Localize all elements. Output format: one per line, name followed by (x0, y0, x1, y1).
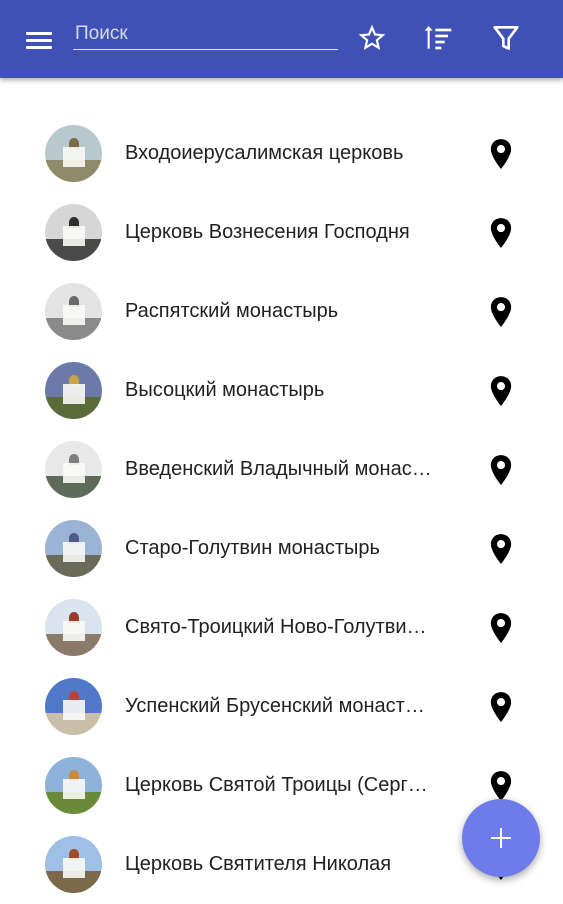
search-input[interactable] (73, 18, 338, 50)
place-title[interactable]: Успенский Брусенский монастырь (125, 667, 437, 746)
place-thumbnail[interactable] (45, 283, 102, 340)
place-thumbnail[interactable] (45, 125, 102, 182)
menu-icon[interactable] (22, 24, 58, 56)
add-icon (491, 828, 511, 848)
place-title[interactable]: Входоиерусалимская церковь (125, 114, 437, 193)
list-item[interactable]: Распятский монастырь (0, 272, 563, 351)
place-thumbnail[interactable] (45, 757, 102, 814)
location-pin-icon[interactable] (488, 138, 514, 170)
place-thumbnail[interactable] (45, 678, 102, 735)
add-button[interactable] (462, 799, 540, 877)
list-item[interactable]: Старо-Голутвин монастырь (0, 509, 563, 588)
place-thumbnail[interactable] (45, 441, 102, 498)
list-item[interactable]: Успенский Брусенский монастырь (0, 667, 563, 746)
place-title[interactable]: Высоцкий монастырь (125, 351, 437, 430)
sort-icon[interactable] (422, 22, 454, 54)
list-item[interactable]: Церковь Вознесения Господня (0, 193, 563, 272)
location-pin-icon[interactable] (488, 612, 514, 644)
app-bar (0, 0, 563, 78)
list-item[interactable]: Высоцкий монастырь (0, 351, 563, 430)
place-title[interactable]: Распятский монастырь (125, 272, 437, 351)
location-pin-icon[interactable] (488, 691, 514, 723)
place-title[interactable]: Старо-Голутвин монастырь (125, 509, 437, 588)
place-thumbnail[interactable] (45, 204, 102, 261)
place-title[interactable]: Церковь Святой Троицы (Сергиевская) (125, 746, 437, 825)
place-title[interactable]: Церковь Вознесения Господня (125, 193, 437, 272)
filter-icon[interactable] (490, 22, 522, 54)
location-pin-icon[interactable] (488, 454, 514, 486)
places-list: Входоиерусалимская церковь Церковь Возне… (0, 114, 563, 904)
list-item[interactable]: Входоиерусалимская церковь (0, 114, 563, 193)
star-outline-icon[interactable] (356, 22, 388, 54)
place-title[interactable]: Введенский Владычный монастырь (125, 430, 437, 509)
place-thumbnail[interactable] (45, 836, 102, 893)
place-title[interactable]: Церковь Святителя Николая (125, 825, 437, 904)
place-title[interactable]: Свято-Троицкий Ново-Голутвин монастырь (125, 588, 437, 667)
location-pin-icon[interactable] (488, 375, 514, 407)
search-box (73, 18, 338, 58)
list-item[interactable]: Введенский Владычный монастырь (0, 430, 563, 509)
location-pin-icon[interactable] (488, 770, 514, 802)
location-pin-icon[interactable] (488, 533, 514, 565)
list-item[interactable]: Свято-Троицкий Ново-Голутвин монастырь (0, 588, 563, 667)
place-thumbnail[interactable] (45, 362, 102, 419)
location-pin-icon[interactable] (488, 217, 514, 249)
place-thumbnail[interactable] (45, 520, 102, 577)
place-thumbnail[interactable] (45, 599, 102, 656)
location-pin-icon[interactable] (488, 296, 514, 328)
